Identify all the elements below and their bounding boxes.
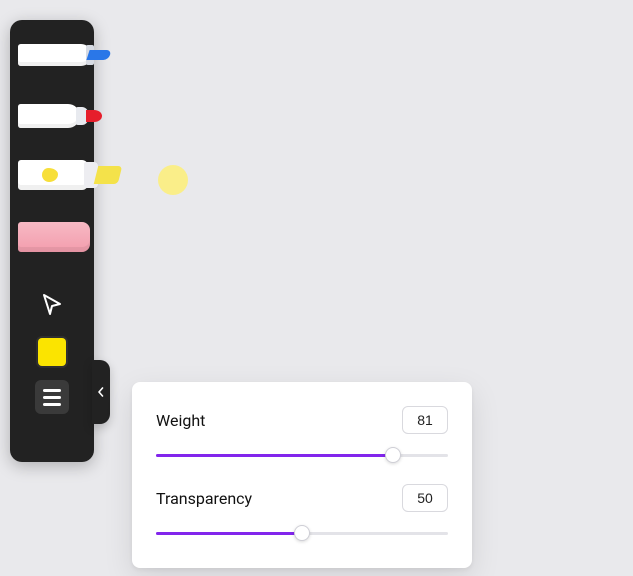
chevron-left-icon	[96, 387, 106, 397]
active-color-swatch[interactable]	[10, 338, 94, 366]
brush-preview-dot	[158, 165, 188, 195]
color-swatch-icon	[38, 338, 66, 366]
transparency-slider-thumb[interactable]	[294, 525, 310, 541]
tool-brush[interactable]	[10, 86, 94, 146]
tool-eraser[interactable]	[10, 206, 94, 266]
drawing-toolbar	[10, 20, 94, 462]
eraser-icon	[18, 222, 90, 252]
highlighter-icon	[18, 160, 88, 190]
brush-icon	[18, 104, 80, 128]
tool-highlighter[interactable]	[10, 146, 94, 206]
transparency-label: Transparency	[156, 489, 252, 508]
weight-slider[interactable]	[156, 446, 448, 464]
transparency-value-input[interactable]	[402, 484, 448, 512]
weight-slider-thumb[interactable]	[385, 447, 401, 463]
transparency-slider[interactable]	[156, 524, 448, 542]
tool-pointer[interactable]	[10, 276, 94, 332]
more-menu-button[interactable]	[35, 380, 69, 414]
weight-value-input[interactable]	[402, 406, 448, 434]
pen-icon	[18, 44, 92, 66]
toolbar-collapse-handle[interactable]	[92, 360, 110, 424]
weight-label: Weight	[156, 411, 205, 430]
tool-pen[interactable]	[10, 26, 94, 86]
pointer-icon	[40, 292, 64, 316]
menu-icon	[43, 389, 61, 392]
brush-settings-panel: Weight Transparency	[132, 382, 472, 568]
